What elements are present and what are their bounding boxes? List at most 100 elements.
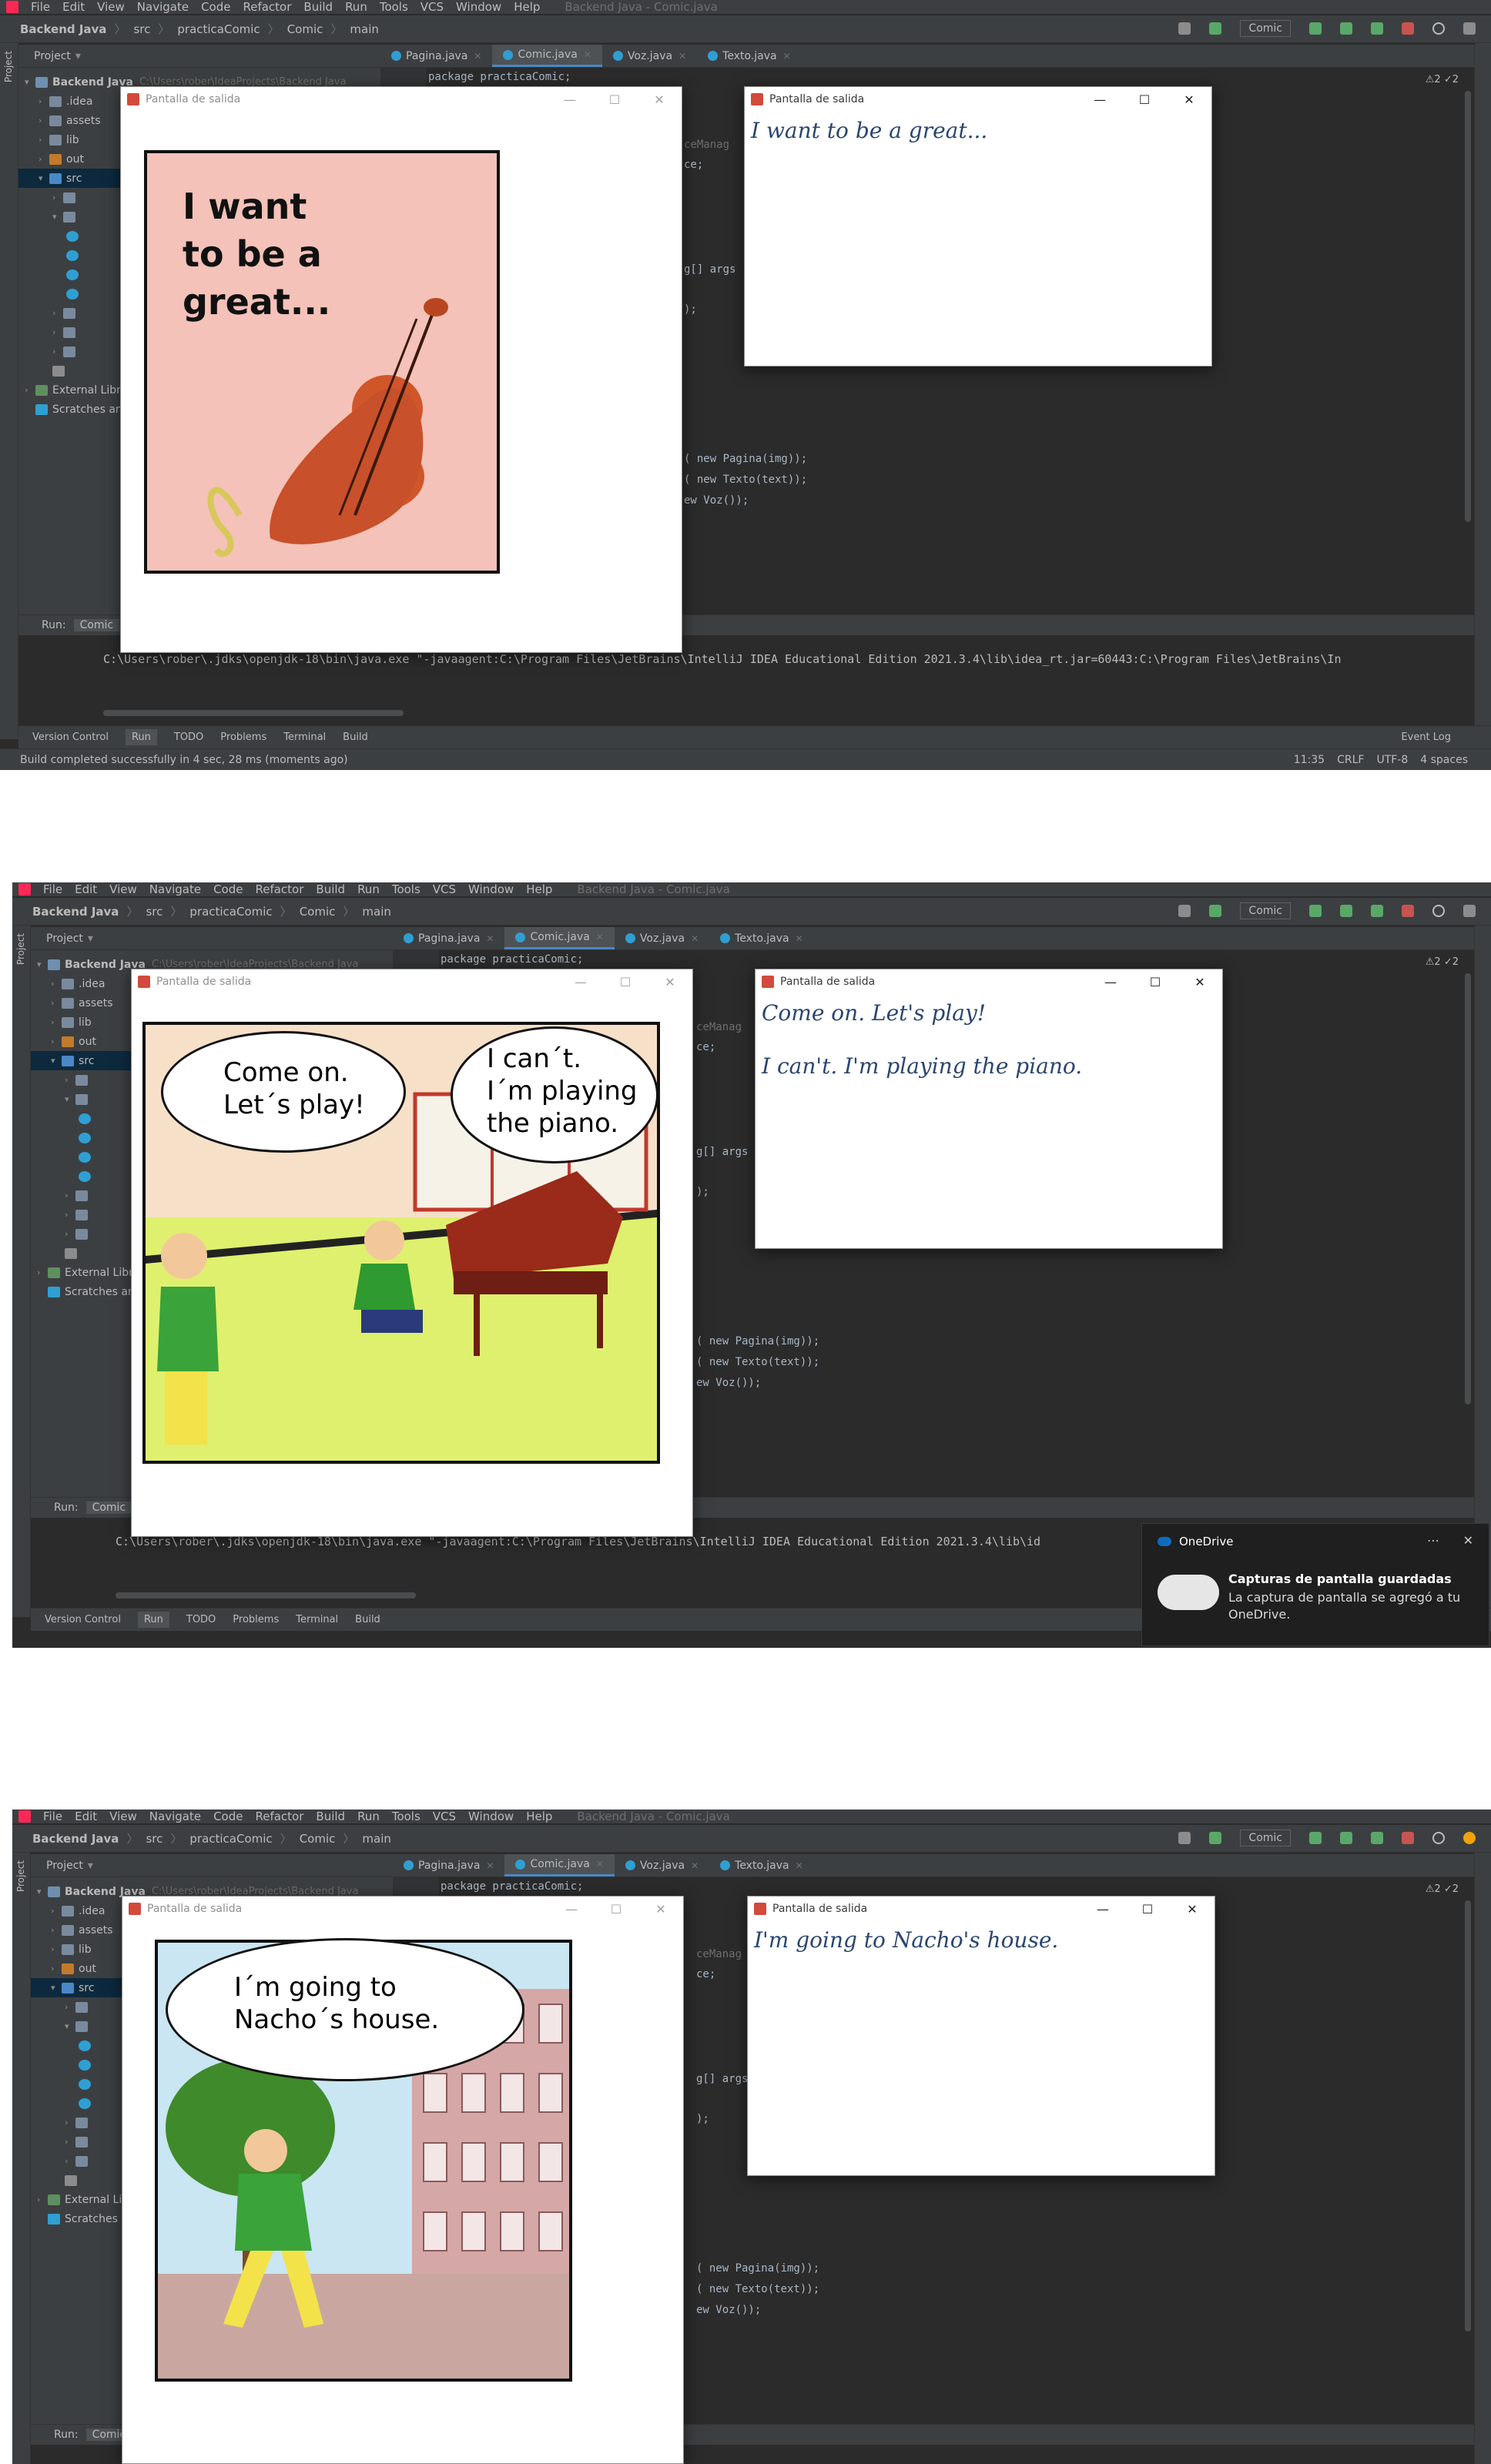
settings-icon[interactable] — [1463, 1832, 1476, 1844]
menu-help[interactable]: Help — [520, 882, 558, 896]
debug-icon[interactable] — [1340, 1832, 1352, 1844]
breadcrumb-package[interactable]: practicaComic — [189, 905, 272, 919]
maximize-button[interactable]: ☐ — [592, 87, 637, 112]
tab-texto[interactable]: Texto.java ✕ — [709, 1854, 813, 1876]
menu-file[interactable]: File — [37, 1810, 69, 1823]
stop-icon[interactable] — [1402, 905, 1414, 917]
inspection-widget[interactable]: ⚠2 ✓2 — [1426, 1883, 1459, 1895]
menu-run[interactable]: Run — [339, 0, 374, 14]
menu-window[interactable]: Window — [450, 0, 508, 14]
menu-run[interactable]: Run — [351, 1810, 386, 1823]
project-view-label[interactable]: Project — [46, 932, 83, 945]
tab-comic[interactable]: Comic.java ✕ — [492, 45, 602, 67]
stop-icon[interactable] — [1402, 22, 1414, 35]
event-log[interactable]: Event Log — [1401, 732, 1451, 743]
menu-view[interactable]: View — [103, 1810, 143, 1823]
maximize-button[interactable]: ☐ — [1122, 87, 1167, 112]
menu-vcs[interactable]: VCS — [427, 882, 462, 896]
run-config-select[interactable]: Comic — [1240, 902, 1291, 919]
menu-window[interactable]: Window — [462, 1810, 520, 1823]
menu-run[interactable]: Run — [351, 882, 386, 896]
status-encoding[interactable]: UTF-8 — [1376, 754, 1408, 766]
breadcrumb-project[interactable]: Backend Java — [32, 905, 119, 919]
tab-texto[interactable]: Texto.java ✕ — [697, 45, 801, 67]
tool-version-control[interactable]: Version Control — [45, 1614, 121, 1625]
search-icon[interactable] — [1432, 905, 1445, 917]
settings-icon[interactable] — [1463, 905, 1476, 917]
breadcrumb-method[interactable]: main — [362, 905, 390, 919]
menu-code[interactable]: Code — [207, 1810, 249, 1823]
maximize-button[interactable]: ☐ — [1133, 969, 1178, 994]
close-button[interactable]: ✕ — [1167, 87, 1211, 112]
user-icon[interactable] — [1178, 1832, 1191, 1844]
breadcrumb-class[interactable]: Comic — [287, 22, 323, 36]
breadcrumb-src[interactable]: src — [146, 905, 163, 919]
status-indent[interactable]: 4 spaces — [1420, 754, 1468, 766]
minimize-button[interactable]: — — [1077, 87, 1122, 112]
editor-scrollbar[interactable] — [1465, 973, 1471, 1404]
tool-run[interactable]: Run — [137, 1612, 169, 1628]
menu-view[interactable]: View — [91, 0, 131, 14]
menu-edit[interactable]: Edit — [56, 0, 91, 14]
tool-todo[interactable]: TODO — [174, 732, 203, 743]
status-caret[interactable]: 11:35 — [1294, 754, 1325, 766]
coverage-icon[interactable] — [1371, 1832, 1383, 1844]
hammer-icon[interactable] — [1209, 1832, 1222, 1844]
menu-build[interactable]: Build — [310, 882, 351, 896]
tool-build[interactable]: Build — [343, 732, 368, 743]
coverage-icon[interactable] — [1371, 905, 1383, 917]
menu-build[interactable]: Build — [310, 1810, 351, 1823]
menu-navigate[interactable]: Navigate — [143, 1810, 207, 1823]
menu-vcs[interactable]: VCS — [414, 0, 450, 14]
search-icon[interactable] — [1432, 1832, 1445, 1844]
run-tab-comic[interactable]: Comic — [85, 1502, 132, 1514]
tab-voz[interactable]: Voz.java ✕ — [602, 45, 697, 67]
stop-icon[interactable] — [1402, 1832, 1414, 1844]
breadcrumb-package[interactable]: practicaComic — [189, 1832, 272, 1846]
search-icon[interactable] — [1432, 22, 1445, 35]
tab-comic[interactable]: Comic.java ✕ — [504, 927, 615, 949]
tool-version-control[interactable]: Version Control — [32, 732, 109, 743]
breadcrumb-method[interactable]: main — [350, 22, 378, 36]
maximize-button[interactable]: ☐ — [1125, 1897, 1170, 1921]
menu-window[interactable]: Window — [462, 882, 520, 896]
minimize-button[interactable]: — — [558, 969, 603, 994]
maximize-button[interactable]: ☐ — [594, 1897, 638, 1921]
status-line-sep[interactable]: CRLF — [1337, 754, 1364, 766]
menu-vcs[interactable]: VCS — [427, 1810, 462, 1823]
project-tool-label[interactable]: Project — [3, 51, 14, 82]
more-options-icon[interactable]: ⋯ — [1427, 1533, 1439, 1548]
hammer-icon[interactable] — [1209, 22, 1222, 35]
close-button[interactable]: ✕ — [648, 969, 692, 994]
rerun-icon[interactable] — [1309, 905, 1322, 917]
run-tab-comic[interactable]: Comic — [73, 619, 120, 631]
tool-run[interactable]: Run — [125, 729, 157, 745]
project-tool-label[interactable]: Project — [15, 1860, 26, 1892]
minimize-button[interactable]: — — [1081, 1897, 1125, 1921]
breadcrumb-project[interactable]: Backend Java — [32, 1832, 119, 1846]
menu-tools[interactable]: Tools — [374, 0, 414, 14]
rerun-icon[interactable] — [1309, 22, 1322, 35]
menu-build[interactable]: Build — [297, 0, 339, 14]
onedrive-notification[interactable]: OneDrive ⋯ ✕ Capturas de pantalla guarda… — [1141, 1523, 1489, 1646]
breadcrumb-src[interactable]: src — [133, 22, 150, 36]
close-button[interactable]: ✕ — [1170, 1897, 1215, 1921]
rerun-icon[interactable] — [1309, 1832, 1322, 1844]
minimize-button[interactable]: — — [1088, 969, 1133, 994]
user-icon[interactable] — [1178, 22, 1191, 35]
inspection-widget[interactable]: ⚠2 ✓2 — [1426, 74, 1459, 85]
chevron-down-icon[interactable]: ▾ — [88, 932, 93, 945]
chevron-down-icon[interactable]: ▾ — [75, 50, 81, 62]
minimize-button[interactable]: — — [548, 87, 592, 112]
breadcrumb-method[interactable]: main — [362, 1832, 390, 1846]
menu-file[interactable]: File — [25, 0, 56, 14]
maximize-button[interactable]: ☐ — [603, 969, 648, 994]
project-view-label[interactable]: Project — [46, 1860, 83, 1872]
menu-tools[interactable]: Tools — [386, 882, 427, 896]
console-scrollbar[interactable] — [103, 710, 404, 716]
hammer-icon[interactable] — [1209, 905, 1222, 917]
tool-build[interactable]: Build — [355, 1614, 380, 1625]
menu-view[interactable]: View — [103, 882, 143, 896]
inspection-widget[interactable]: ⚠2 ✓2 — [1426, 956, 1459, 968]
menu-help[interactable]: Help — [508, 0, 546, 14]
